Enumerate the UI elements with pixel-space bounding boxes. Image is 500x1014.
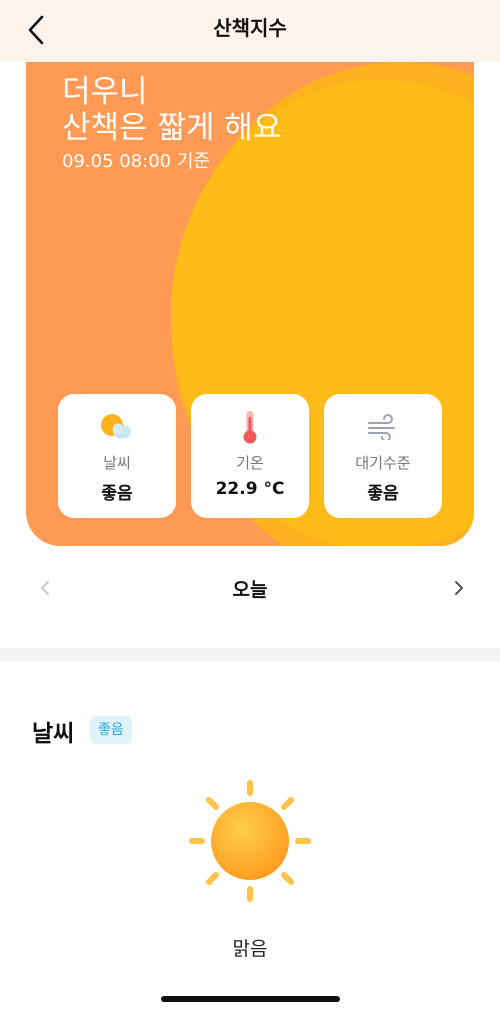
- status-badge: 좋음: [90, 716, 132, 744]
- section-divider: [0, 648, 500, 662]
- card-value: 좋음: [367, 484, 399, 504]
- weather-section-title: 날씨: [32, 721, 75, 747]
- card-value: 좋음: [101, 484, 133, 504]
- card-label: 기온: [236, 454, 264, 472]
- chevron-right-icon: [455, 581, 463, 595]
- air-quality-card[interactable]: 대기수준 좋음: [324, 394, 442, 518]
- next-day-button[interactable]: [446, 576, 470, 600]
- app-header: 산책지수: [0, 0, 500, 62]
- page-title: 산책지수: [213, 16, 287, 40]
- hero-headline-2: 산책은 짧게 해요: [62, 110, 282, 146]
- wind-icon: [366, 410, 400, 444]
- temperature-card[interactable]: 기온 22.9 °C: [191, 394, 309, 518]
- hero-timestamp: 09.05 08:00 기준: [62, 151, 210, 172]
- weather-card[interactable]: 날씨 좋음: [58, 394, 176, 518]
- home-indicator: [161, 996, 340, 1002]
- card-label: 대기수준: [355, 454, 411, 472]
- card-label: 날씨: [103, 454, 131, 472]
- sun-icon: [185, 776, 315, 906]
- partly-cloudy-icon: [98, 410, 136, 444]
- card-value: 22.9 °C: [215, 479, 285, 499]
- thermometer-icon: [240, 410, 260, 444]
- walk-index-banner: 더우니 산책은 짧게 해요 09.05 08:00 기준 날씨 좋음 기온 22…: [26, 62, 474, 546]
- day-navigator: 오늘: [0, 566, 500, 610]
- weather-condition: 맑음: [232, 938, 268, 960]
- current-day-label: 오늘: [232, 579, 268, 601]
